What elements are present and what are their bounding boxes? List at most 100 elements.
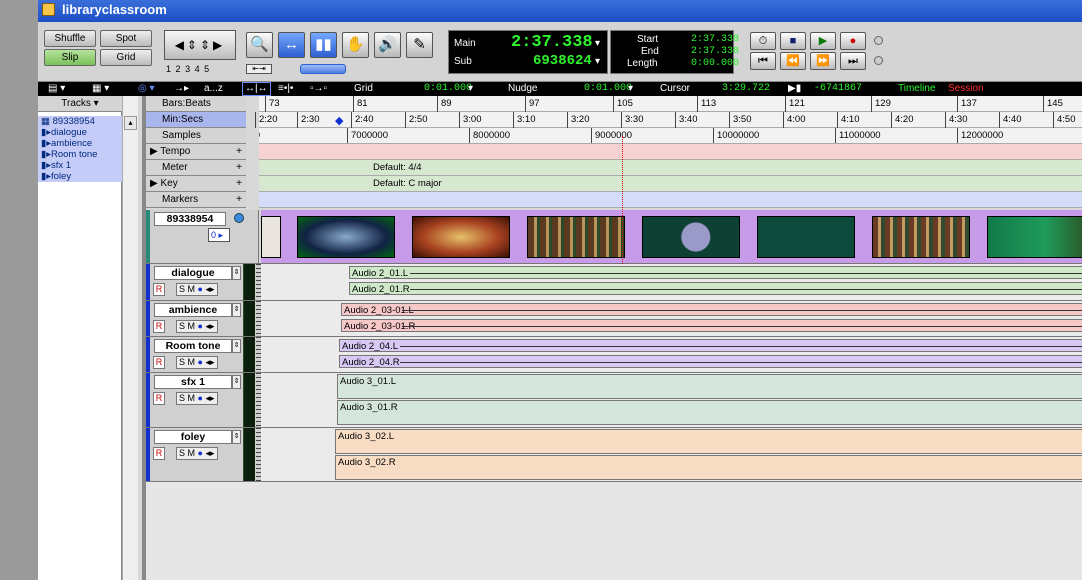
shuffle-mode-button[interactable]: Shuffle xyxy=(44,30,96,47)
main-counter-value[interactable]: 2:37.338 xyxy=(511,33,593,52)
prepost-indicator-icon[interactable] xyxy=(874,56,883,65)
solo-button[interactable]: S xyxy=(179,284,185,294)
tempo-ruler[interactable] xyxy=(259,144,1082,160)
video-lane[interactable] xyxy=(261,210,1082,263)
tracks-list-header[interactable]: Tracks ▾ xyxy=(38,96,122,112)
audio-clip[interactable]: Audio 3_01.R xyxy=(337,400,1082,425)
video-online-icon[interactable] xyxy=(234,213,244,223)
view-menu-icon[interactable]: ▤ ▾ xyxy=(48,82,65,96)
samples-ruler[interactable]: 6000000 7000000 8000000 9000000 10000000… xyxy=(259,128,1082,144)
key-ruler-label[interactable]: ▶ Key + xyxy=(146,176,246,192)
play-icon[interactable]: ▶ xyxy=(810,32,836,50)
audio-clip[interactable]: Audio 2_01.R xyxy=(349,282,1082,295)
playhead-icon[interactable]: ◆ xyxy=(335,114,343,127)
track-name[interactable]: dialogue xyxy=(154,266,232,280)
solo-button[interactable]: S xyxy=(179,448,185,458)
scrubber-tool-icon[interactable]: 🔊 xyxy=(374,32,401,58)
grid-dropdown-icon[interactable]: ▾ xyxy=(468,82,473,96)
grid-value[interactable]: 0:01.000 xyxy=(424,82,472,96)
zoom-tool-icon[interactable]: 🔍 xyxy=(246,32,273,58)
track-lane[interactable]: Audio 2_01.L Audio 2_01.R xyxy=(261,264,1082,300)
minsecs-ruler[interactable]: 2:20 2:30 ◆ 2:40 2:50 3:00 3:10 3:20 3:3… xyxy=(255,112,1082,128)
rewind-icon[interactable]: ⏪ xyxy=(780,52,806,70)
spot-mode-button[interactable]: Spot xyxy=(100,30,152,47)
bars-ruler[interactable]: 73 81 89 97 105 113 121 129 137 145 xyxy=(259,96,1082,112)
audio-clip[interactable]: Audio 2_04.L xyxy=(339,339,1082,352)
track-select-icon[interactable]: ⇕ xyxy=(232,430,241,444)
tab-to-transient-icon[interactable]: ⇤⇥ xyxy=(246,64,272,74)
add-meter-icon[interactable]: + xyxy=(236,160,242,176)
voice-icon[interactable]: ● xyxy=(198,284,203,294)
voice-icon[interactable]: ● xyxy=(198,393,203,403)
track-lane[interactable]: Audio 2_03-01.L Audio 2_03-01.R xyxy=(261,301,1082,336)
link-icon[interactable]: →▸ xyxy=(174,82,189,96)
grid-mode-button[interactable]: Grid xyxy=(100,49,152,66)
record-enable-button[interactable]: R xyxy=(153,320,165,333)
meter-ruler[interactable]: Default: 4/4 xyxy=(259,160,1082,176)
end-value[interactable]: 2:37.338 xyxy=(691,46,739,57)
voice-icon[interactable]: ● xyxy=(198,357,203,367)
zoom-presets[interactable]: 1 2 3 4 5 xyxy=(166,64,210,74)
track-select-icon[interactable]: ⇕ xyxy=(232,339,241,353)
color-palette-icon[interactable]: ◎ ▾ xyxy=(138,82,155,96)
track-name[interactable]: sfx 1 xyxy=(154,375,232,389)
list-item[interactable]: ▮▸Room tone xyxy=(38,149,122,160)
zoom-arrows-icon[interactable]: ◀⇕⇕▶ xyxy=(164,30,236,60)
mute-button[interactable]: M xyxy=(188,357,196,367)
smart-tool-bar[interactable] xyxy=(300,64,346,74)
selector-tool-icon[interactable]: ▮▮ xyxy=(310,32,337,58)
track-name[interactable]: Room tone xyxy=(154,339,232,353)
sort-label[interactable]: a...z xyxy=(204,82,223,96)
mute-button[interactable]: M xyxy=(188,284,196,294)
audio-clip[interactable]: Audio 2_04.R xyxy=(339,355,1082,368)
track-select-icon[interactable]: ⇕ xyxy=(232,266,241,280)
track-lane[interactable]: Audio 2_04.L Audio 2_04.R xyxy=(261,337,1082,372)
track-name[interactable]: foley xyxy=(154,430,232,444)
track-name[interactable]: ambience xyxy=(154,303,232,317)
voice-icon[interactable]: ● xyxy=(198,321,203,331)
track-height-icon[interactable]: ▦ ▾ xyxy=(92,82,109,96)
scroll-up-icon[interactable]: ▴ xyxy=(124,116,137,130)
mute-button[interactable]: M xyxy=(188,321,196,331)
stop-icon[interactable]: ■ xyxy=(780,32,806,50)
online-icon[interactable]: ⏱ xyxy=(750,32,776,50)
audio-clip[interactable]: Audio 2_03-01.L xyxy=(341,303,1082,316)
rtz-icon[interactable]: ⏮ xyxy=(750,52,776,70)
fast-forward-icon[interactable]: ⏩ xyxy=(810,52,836,70)
bars-ruler-label[interactable]: Bars:Beats xyxy=(146,96,246,112)
zoom-preset-5[interactable]: 5 xyxy=(204,64,210,74)
zoom-preset-4[interactable]: 4 xyxy=(195,64,201,74)
track-select-icon[interactable]: ⇕ xyxy=(232,303,241,317)
list-item[interactable]: ▮▸sfx 1 xyxy=(38,160,122,171)
nudge-value[interactable]: 0:01.000 xyxy=(584,82,632,96)
start-value[interactable]: 2:37.338 xyxy=(691,34,739,45)
nudge-dropdown-icon[interactable]: ▾ xyxy=(628,82,633,96)
go-to-end-icon[interactable]: ⏭ xyxy=(840,52,866,70)
video-track-priority[interactable]: 0 ▸ xyxy=(208,228,230,242)
list-item[interactable]: ▮▸dialogue xyxy=(38,127,122,138)
empty-track-area[interactable] xyxy=(146,482,1082,580)
mute-button[interactable]: M xyxy=(188,393,196,403)
zoom-preset-3[interactable]: 3 xyxy=(185,64,191,74)
solo-button[interactable]: S xyxy=(179,321,185,331)
list-item[interactable]: ▦ 89338954 xyxy=(38,116,122,127)
tempo-ruler-label[interactable]: ▶ Tempo + xyxy=(146,144,246,160)
add-tempo-icon[interactable]: + xyxy=(236,144,242,160)
key-ruler[interactable]: Default: C major xyxy=(259,176,1082,192)
record-enable-button[interactable]: R xyxy=(153,283,165,296)
zoom-preset-1[interactable]: 1 xyxy=(166,64,172,74)
main-format-dropdown-icon[interactable]: ▾ xyxy=(595,38,600,49)
record-enable-button[interactable]: R xyxy=(153,356,165,369)
mirror-midi-icon[interactable]: ▫→▫ xyxy=(310,82,327,96)
loop-indicator-icon[interactable] xyxy=(874,36,883,45)
audio-clip[interactable]: Audio 3_02.L xyxy=(335,429,1082,454)
audio-clip[interactable]: Audio 3_02.R xyxy=(335,455,1082,480)
insertion-follows-icon[interactable]: ↔|↔ xyxy=(242,82,271,96)
track-lane[interactable]: Audio 3_01.L Audio 3_01.R xyxy=(261,373,1082,427)
sub-format-dropdown-icon[interactable]: ▾ xyxy=(595,56,600,67)
timeline-label[interactable]: Timeline xyxy=(898,82,935,96)
track-lane[interactable]: Audio 3_02.L Audio 3_02.R xyxy=(261,428,1082,481)
markers-ruler[interactable] xyxy=(259,192,1082,208)
tracks-list-scrollbar[interactable]: ▴ xyxy=(122,96,138,580)
add-marker-icon[interactable]: + xyxy=(236,192,242,208)
